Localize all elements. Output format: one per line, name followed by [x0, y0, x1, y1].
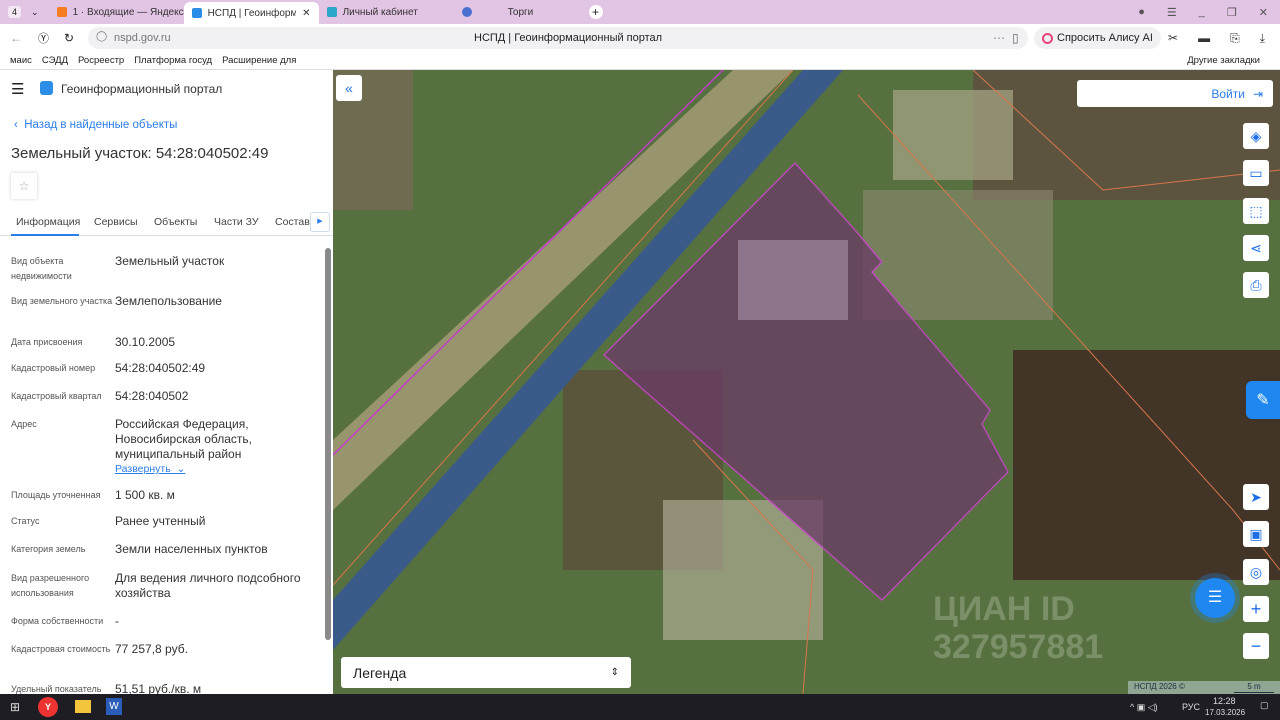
tab-info[interactable]: Информация [16, 216, 80, 228]
tabs-scroll-right[interactable]: ▶ [310, 212, 330, 232]
clock-date[interactable]: 17.03.2026 [1205, 708, 1245, 717]
minimap-button[interactable]: ▣ [1243, 521, 1269, 547]
row-date: Дата присвоения 30.10.2005 [11, 335, 176, 349]
row-cadastral-quarter: Кадастровый квартал 54:28:040502 [11, 389, 189, 403]
row-unit-value: Удельный показатель 51,51 руб./кв. м [11, 682, 202, 694]
notifications-icon[interactable]: ▢ [1260, 700, 1269, 711]
row-status: Статус Ранее учтенный [11, 514, 206, 528]
restore-icon[interactable]: ❐ [1227, 6, 1237, 19]
torgi-icon [461, 7, 472, 17]
portal-logo-icon [40, 81, 53, 95]
login-icon: ⇥ [1252, 86, 1263, 101]
area-search-button[interactable]: ⬚ [1243, 198, 1269, 224]
bookmark-icon[interactable]: ▯ [1012, 31, 1019, 45]
back-link[interactable]: ‹ Назад в найденные объекты [14, 119, 177, 131]
other-bookmarks[interactable]: Другие закладки [1187, 55, 1260, 66]
row-ownership: Форма собственности - [11, 614, 119, 628]
row-object-type: Вид объекта недвижимости Земельный участо… [11, 254, 225, 281]
hamburger-icon[interactable]: ☰ [11, 80, 24, 98]
browser-tabbar: 4 ⌄ 1 · Входящие — Яндекс П НСПД | Геоин… [0, 0, 1280, 24]
zoom-out-button[interactable]: − [1243, 633, 1269, 659]
share-button[interactable]: ⋖ [1243, 235, 1269, 261]
back-icon[interactable]: ← [10, 31, 22, 45]
row-address: Адрес Российская Федерация, Новосибирская… [11, 417, 252, 461]
yandex-icon[interactable]: Ⓨ [38, 30, 49, 46]
bookmarks-bar: маис СЭДД Росреестр Платформа госуд Расш… [0, 52, 1280, 70]
chevron-down-icon[interactable]: ⌄ [31, 7, 39, 18]
language-indicator[interactable]: РУС [1182, 702, 1200, 712]
alice-icon [1042, 32, 1053, 44]
geolocation-button[interactable]: ➤ [1243, 484, 1269, 510]
tab-torgi[interactable]: Торги [454, 2, 589, 22]
mail-icon [56, 7, 67, 17]
windows-start-icon[interactable]: ⊞ [10, 700, 20, 714]
clock-time[interactable]: 12:28 [1213, 696, 1236, 706]
nspd-icon [191, 8, 202, 18]
download-icon[interactable]: ⤓ [1260, 31, 1265, 46]
wallet-icon[interactable]: ▬ [1198, 31, 1210, 46]
clipboard-icon[interactable]: ⎘ [1230, 31, 1240, 46]
row-land-type: Вид земельного участка Землепользование [11, 294, 222, 308]
print-button[interactable]: ⎙ [1243, 272, 1269, 298]
zoom-in-button[interactable]: + [1243, 596, 1269, 622]
word-icon[interactable]: W [106, 698, 122, 715]
ruler-button[interactable]: ▭ [1243, 160, 1269, 186]
more-icon[interactable]: ⋯ [993, 31, 1005, 45]
tab-services[interactable]: Сервисы [94, 216, 138, 228]
yandex-browser-icon[interactable]: Y [38, 697, 58, 717]
row-area: Площадь уточненная 1 500 кв. м [11, 488, 175, 502]
attribution: НСПД 2026 © 5 m [1128, 681, 1280, 694]
close-icon[interactable]: ✕ [302, 8, 310, 19]
extension-icon[interactable]: ✂ [1168, 31, 1178, 46]
row-cadastral-value: Кадастровая стоимость 77 257,8 руб. [11, 642, 188, 656]
bookmark-extension[interactable]: Расширение для [222, 55, 296, 66]
cabinet-icon [326, 7, 337, 17]
new-tab-icon[interactable]: + [588, 5, 603, 19]
shield-icon: ◯ [96, 31, 108, 42]
tray-icons[interactable]: ^ ▣ ◁) [1130, 702, 1158, 713]
expand-link[interactable]: Развернуть ⌄ [115, 463, 185, 475]
tab-count[interactable]: 4 [8, 6, 22, 18]
alice-button[interactable]: Спросить Алису AI [1034, 27, 1161, 49]
login-button[interactable]: Войти ⇥ [1077, 80, 1273, 107]
bookmark-sedd[interactable]: СЭДД [42, 55, 68, 66]
profile-icon[interactable]: ● [1138, 6, 1145, 19]
tab-cabinet[interactable]: Личный кабинет [319, 2, 454, 22]
page-title: Земельный участок: 54:28:040502:49 [11, 145, 269, 162]
favorite-button[interactable]: ☆ [11, 173, 37, 199]
sort-icon: ⇕ [610, 667, 619, 678]
scrollbar[interactable] [325, 248, 331, 640]
row-cadastral-number: Кадастровый номер 54:28:040502:49 [11, 361, 206, 375]
tab-objects[interactable]: Объекты [154, 216, 197, 228]
minimize-icon[interactable]: _ [1199, 6, 1205, 19]
locate-button[interactable]: ◎ [1243, 559, 1269, 585]
bookmark-platform[interactable]: Платформа госуд [134, 55, 212, 66]
menu-icon[interactable]: ☰ [1167, 6, 1177, 19]
explorer-icon[interactable] [75, 700, 91, 713]
tab-parts[interactable]: Части ЗУ [214, 216, 259, 228]
address-bar: ← Ⓨ ↻ ◯ nspd.gov.ru НСПД | Геоинформацио… [0, 24, 1280, 52]
scale-bar: 5 m [1234, 682, 1274, 693]
feedback-button[interactable]: ✎ [1246, 381, 1280, 419]
watermark: ЦИАН ID 327957881 [933, 590, 1104, 666]
taskbar: ⊞ Y W ^ ▣ ◁) РУС 12:28 17.03.2026 ▢ [0, 694, 1280, 720]
tab-mail[interactable]: 1 · Входящие — Яндекс П [49, 2, 184, 22]
collapse-panel-button[interactable]: « [336, 75, 362, 101]
chat-button[interactable]: ☰ [1195, 578, 1235, 618]
bookmark-mais[interactable]: маис [10, 55, 32, 66]
row-permitted-use: Вид разрешенного использования Для ведени… [11, 571, 301, 600]
info-panel: ☰ Геоинформационный портал ‹ Назад в най… [0, 70, 333, 694]
tab-nspd[interactable]: НСПД | Геоинформационный портал✕ [183, 2, 319, 24]
close-window-icon[interactable]: ✕ [1259, 6, 1268, 19]
map[interactable]: ЦИАН ID 327957881 « Войти ⇥ ◈ ▭ ⬚ ⋖ ⎙ ✎ ➤… [333, 70, 1280, 694]
legend-dropdown[interactable]: Легенда ⇕ [341, 657, 631, 688]
tabs: Информация Сервисы Объекты Части ЗУ Сост… [0, 206, 333, 236]
app-title: Геоинформационный портал [61, 82, 223, 96]
bookmark-rosreestr[interactable]: Росреестр [78, 55, 124, 66]
tab-composition[interactable]: Состав [275, 216, 310, 228]
url-field[interactable]: ◯ nspd.gov.ru НСПД | Геоинформационный п… [88, 27, 1028, 49]
layers-button[interactable]: ◈ [1243, 123, 1269, 149]
reload-icon[interactable]: ↻ [64, 31, 74, 45]
row-land-category: Категория земель Земли населенных пунктов [11, 542, 268, 556]
